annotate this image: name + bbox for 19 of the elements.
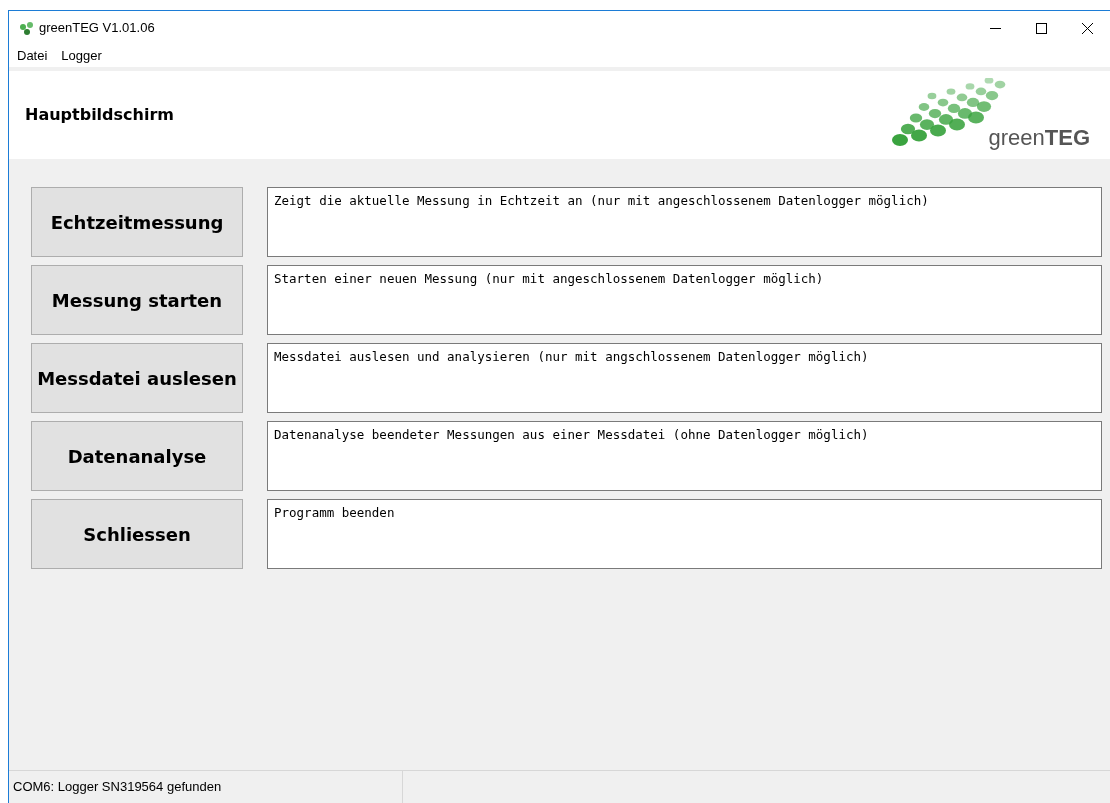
action-button[interactable]: Schliessen xyxy=(31,499,243,569)
description-box: Datenanalyse beendeter Messungen aus einer Messdatei (ohne Datenlogger möglich) xyxy=(267,421,1102,491)
window-title: greenTEG V1.01.06 xyxy=(39,19,155,38)
menu-item[interactable]: Datei xyxy=(11,46,54,66)
action-button[interactable]: Messung starten xyxy=(31,265,243,335)
action-button[interactable]: Echtzeitmessung xyxy=(31,187,243,257)
description-box: Zeigt die aktuelle Messung in Echtzeit an (nur mit angeschlossenem Datenlogger möglich) xyxy=(267,187,1102,257)
description-box: Starten einer neuen Messung (nur mit angeschlossenem Datenlogger möglich) xyxy=(267,265,1102,335)
logo-text: greenTEG xyxy=(988,124,1090,152)
action-button[interactable]: Messdatei auslesen xyxy=(31,343,243,413)
app-icon xyxy=(19,21,35,35)
action-button[interactable]: Datenanalyse xyxy=(31,421,243,491)
close-icon xyxy=(1081,22,1093,34)
menu-item[interactable]: Logger xyxy=(55,46,108,66)
status-text: COM6: Logger SN319564 gefunden xyxy=(13,778,222,797)
maximize-icon xyxy=(1035,22,1047,34)
page-title: Hauptbildschirm xyxy=(25,104,174,126)
description-box: Messdatei auslesen und analysieren (nur mit angschlossenem Datenlogger möglich) xyxy=(267,343,1102,413)
description-box: Programm beenden xyxy=(267,499,1102,569)
